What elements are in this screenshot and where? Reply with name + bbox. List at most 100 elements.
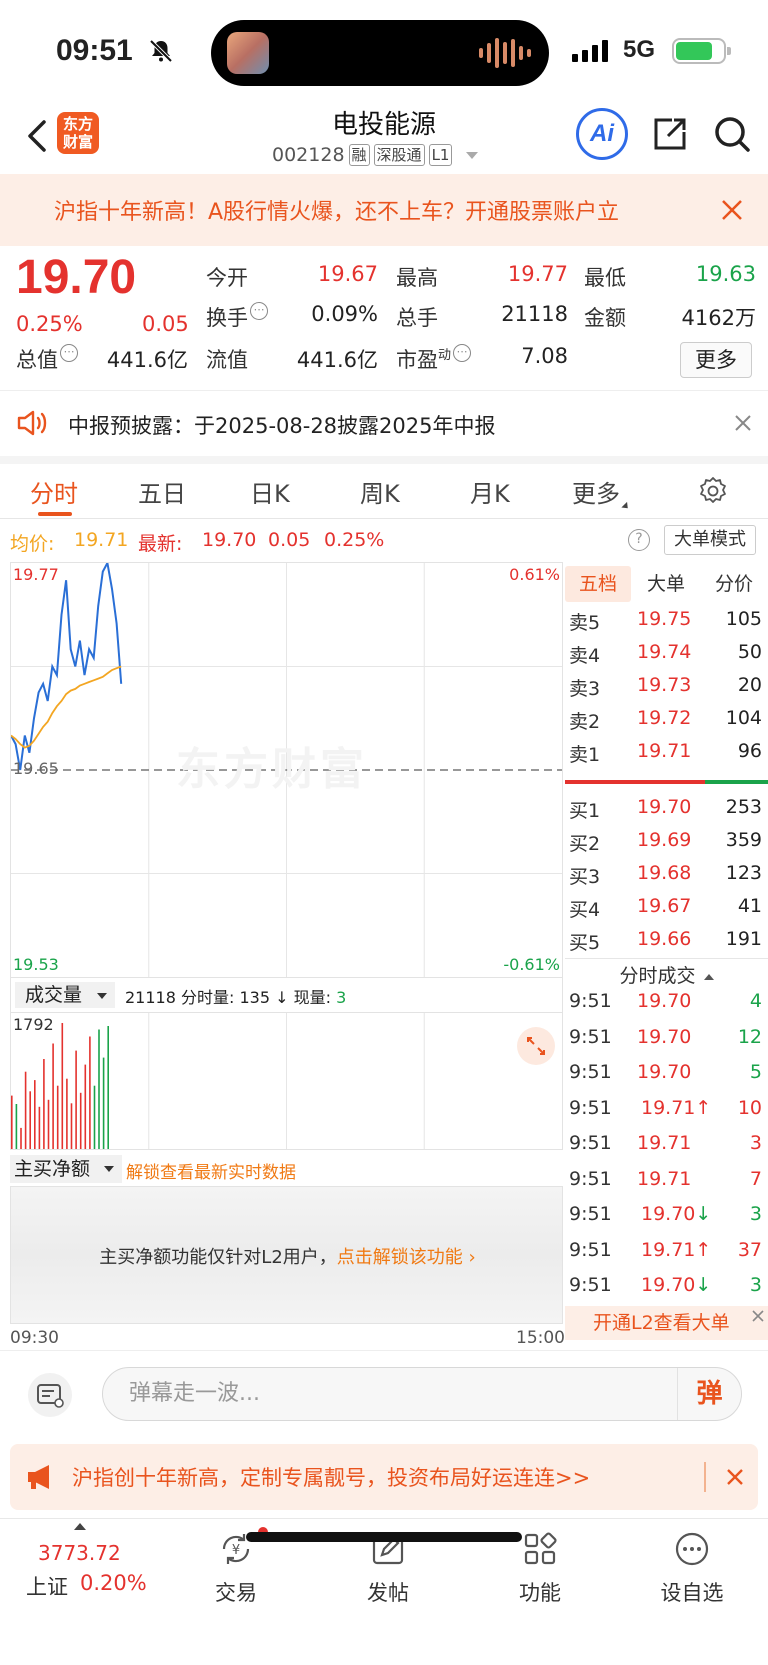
home-indicator[interactable] (246, 1532, 522, 1542)
volume-bar (56, 1085, 59, 1149)
volume-bar (102, 1057, 105, 1149)
tab-five-day[interactable]: 五日 (138, 474, 186, 509)
tick-header[interactable]: 分时成交 (565, 958, 768, 987)
active-tab-indicator (38, 512, 72, 516)
tick-price: 19.70 (637, 990, 692, 1012)
chevron-down-icon[interactable] (466, 151, 479, 159)
info-icon[interactable]: ⋯ (453, 344, 472, 362)
expand-button[interactable] (517, 1027, 555, 1065)
info-icon[interactable]: ⋯ (250, 302, 268, 320)
tick-time: 9:51 (569, 1025, 612, 1048)
big-order-mode-button[interactable]: 大单模式 (664, 525, 756, 555)
search-icon[interactable] (712, 114, 752, 154)
level-label: 买1 (569, 800, 601, 822)
open-l2-button[interactable]: 开通L2查看大单 (565, 1306, 768, 1340)
bid-row[interactable]: 买1 19.70 253 (565, 794, 768, 824)
spread-bar (565, 780, 768, 784)
ad-text[interactable]: 沪指创十年新高，定制专属靓号，投资布局好运连连>> (72, 1462, 590, 1492)
tick-volume: 12 (737, 1025, 762, 1048)
promo-text[interactable]: 沪指十年新高！A股行情火爆，还不上车？开通股票账户立 (54, 194, 694, 226)
index-value: 3773.72 (38, 1541, 121, 1565)
help-icon[interactable]: ? (628, 529, 650, 551)
share-icon[interactable] (650, 114, 690, 154)
ai-button[interactable]: Ai (576, 108, 628, 160)
more-button[interactable]: 更多 (680, 342, 752, 378)
stock-code-row[interactable]: 002128 融 深股通 L1 (272, 144, 479, 166)
tick-volume: 10 (737, 1096, 762, 1119)
volume-chart-svg (11, 1013, 425, 1149)
level-label: 卖2 (569, 711, 601, 733)
index-pct: 0.20% (80, 1571, 147, 1595)
tick-price: 19.71 (637, 1132, 692, 1154)
volume-bar (24, 1071, 27, 1149)
low-label: 最低 (584, 266, 626, 290)
tick-row: 9:51 19.70↓ 3 (565, 1274, 768, 1304)
avg-price-line (11, 665, 122, 749)
audio-wave-icon (479, 38, 531, 68)
bid-row[interactable]: 买5 19.66 191 (565, 926, 768, 956)
unlock-link[interactable]: 解锁查看最新实时数据 (126, 1158, 296, 1183)
volume-info: 21118 分时量: 135 ↓ 现量: 3 (125, 988, 347, 1007)
ask-row[interactable]: 卖2 19.72 104 (565, 705, 768, 735)
ad-banner[interactable]: 沪指创十年新高，定制专属靓号，投资布局好运连连>> (10, 1444, 758, 1510)
close-icon[interactable] (720, 198, 744, 222)
tab-daily-k[interactable]: 日K (250, 474, 290, 509)
volume-chart[interactable]: 1792 (10, 1012, 563, 1150)
battery-icon (672, 38, 731, 64)
ask-row[interactable]: 卖1 19.71 96 (565, 738, 768, 768)
danmu-send-button[interactable]: 弹 (677, 1368, 741, 1420)
level-volume: 123 (725, 862, 762, 884)
tab-weekly-k[interactable]: 周K (360, 474, 400, 509)
volume-bar (75, 1050, 77, 1149)
info-icon[interactable]: ⋯ (60, 344, 78, 362)
ask-row[interactable]: 卖3 19.73 20 (565, 672, 768, 702)
notice-text[interactable]: 中报预披露：于2025-08-28披露2025年中报 (68, 410, 495, 440)
dynamic-island[interactable] (211, 20, 549, 86)
bid-row[interactable]: 买3 19.68 123 (565, 860, 768, 890)
volume-indicator-select[interactable]: 成交量 (15, 982, 115, 1008)
net-buy-select[interactable]: 主买净额 (10, 1155, 122, 1183)
tick-row: 9:51 19.71↑ 37 (565, 1239, 768, 1269)
tab-five-levels[interactable]: 五档 (565, 566, 631, 602)
tick-volume: 3 (749, 1132, 762, 1154)
close-icon[interactable] (726, 1468, 744, 1486)
tab-more[interactable]: 更多 (572, 474, 631, 512)
tab-intraday[interactable]: 分时 (30, 474, 78, 509)
ask-row[interactable]: 卖5 19.75 105 (565, 606, 768, 636)
media-thumbnail (227, 32, 269, 74)
earnings-notice[interactable]: 中报预披露：于2025-08-28披露2025年中报 (0, 392, 768, 456)
promo-banner[interactable]: 沪指十年新高！A股行情火爆，还不上车？开通股票账户立 (0, 174, 768, 246)
bid-row[interactable]: 买4 19.67 41 (565, 893, 768, 923)
danmu-settings-icon[interactable] (28, 1373, 72, 1417)
level-price: 19.73 (637, 674, 692, 696)
level-price: 19.66 (637, 928, 692, 950)
tab-big-orders[interactable]: 大单 (633, 566, 699, 602)
stock-header: 东方 财富 电投能源 002128 融 深股通 L1 Ai (0, 100, 768, 174)
tab-monthly-k[interactable]: 月K (470, 474, 510, 509)
tick-price: 19.70 (637, 1025, 692, 1048)
tick-row: 9:51 19.70 4 (565, 990, 768, 1020)
bid-row[interactable]: 买2 19.69 359 (565, 827, 768, 857)
level-volume: 96 (737, 740, 762, 762)
level-volume: 50 (737, 641, 762, 663)
volume-bar (47, 1099, 50, 1149)
ask-row[interactable]: 卖4 19.74 50 (565, 639, 768, 669)
intraday-chart[interactable]: 东方财富 19.77 19.65 19.53 0.61% -0.61% (10, 562, 563, 978)
level-volume: 20 (737, 674, 762, 696)
tab-price-dist[interactable]: 分价 (701, 566, 767, 602)
volume-bar (98, 1029, 100, 1149)
nav-add-watchlist[interactable]: 设自选 (642, 1529, 742, 1607)
last-price: 19.70 (16, 251, 137, 304)
danmu-input[interactable]: 弹幕走一波... (102, 1367, 742, 1421)
tick-price: 19.70↓ (641, 1274, 712, 1296)
y-high-label: 19.77 (13, 565, 59, 584)
tick-time: 9:51 (569, 1274, 612, 1296)
close-icon[interactable] (734, 414, 752, 432)
unlock-feature-link[interactable]: 点击解锁该功能 (337, 1247, 463, 1268)
signal-icon (572, 40, 608, 62)
latest-label: 最新: (138, 533, 183, 555)
price-info-line: 均价: 19.71 最新: 19.70 0.05 0.25% ? 大单模式 (0, 518, 768, 562)
gear-icon[interactable] (698, 476, 728, 506)
level-volume: 191 (725, 928, 762, 950)
level-volume: 41 (737, 895, 762, 917)
